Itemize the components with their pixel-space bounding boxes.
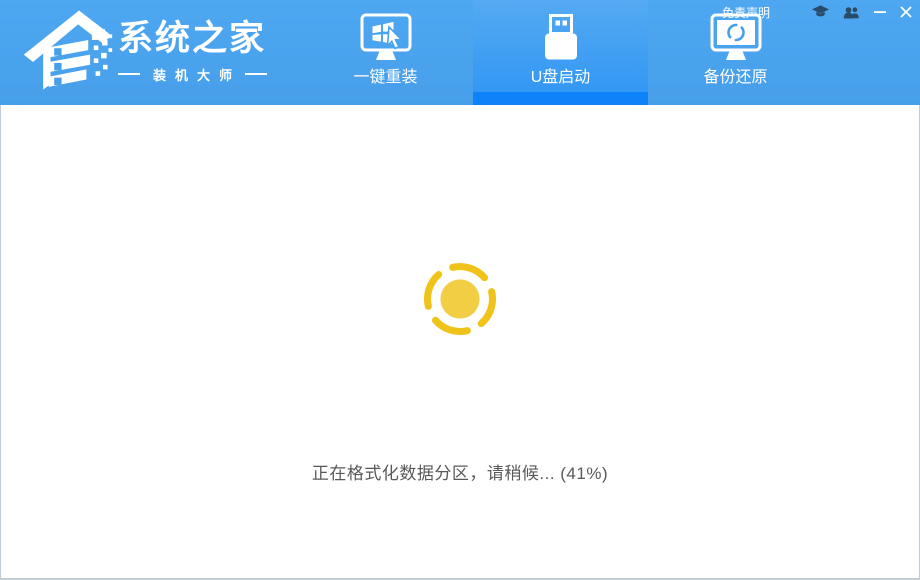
tagline-text: 装机大师 [153,67,242,83]
users-icon[interactable] [843,6,860,19]
tab-usb-boot[interactable]: U盘启动 [473,0,648,105]
progress-status-text: 正在格式化数据分区，请稍候... (41%) [311,464,609,483]
main-content: 正在格式化数据分区，请稍候... (41%) [0,105,920,580]
house-logo-icon [23,10,113,90]
close-icon [900,6,912,18]
header-bar: 系统之家 装机大师 一键重装 U盘启动 备份还原 免责声明 [0,0,920,105]
app-logo: 系统之家 装机大师 [22,6,268,96]
brand-text: 系统之家 装机大师 [118,18,268,84]
tab-label: 备份还原 [703,69,768,86]
brand-name: 系统之家 [118,18,267,58]
tagline-dash-right [245,73,268,75]
minimize-icon [874,11,886,13]
close-button[interactable] [900,6,912,18]
tab-label: 一键重装 [353,69,418,86]
graduation-cap-icon[interactable] [812,5,829,19]
app-window: 系统之家 装机大师 一键重装 U盘启动 备份还原 免责声明 正在格式化数据分区，… [0,0,920,580]
minimize-button[interactable] [874,6,886,18]
usb-drive-icon [544,14,577,60]
monitor-windows-icon [360,13,411,60]
brand-tagline: 装机大师 [118,65,268,84]
disclaimer-link[interactable]: 免责声明 [722,4,770,21]
tab-one-click-reinstall[interactable]: 一键重装 [298,0,473,105]
tagline-dash-left [118,73,140,75]
tab-label: U盘启动 [530,69,591,86]
loading-spinner [424,263,496,335]
titlebar-controls: 免责声明 [722,4,912,20]
